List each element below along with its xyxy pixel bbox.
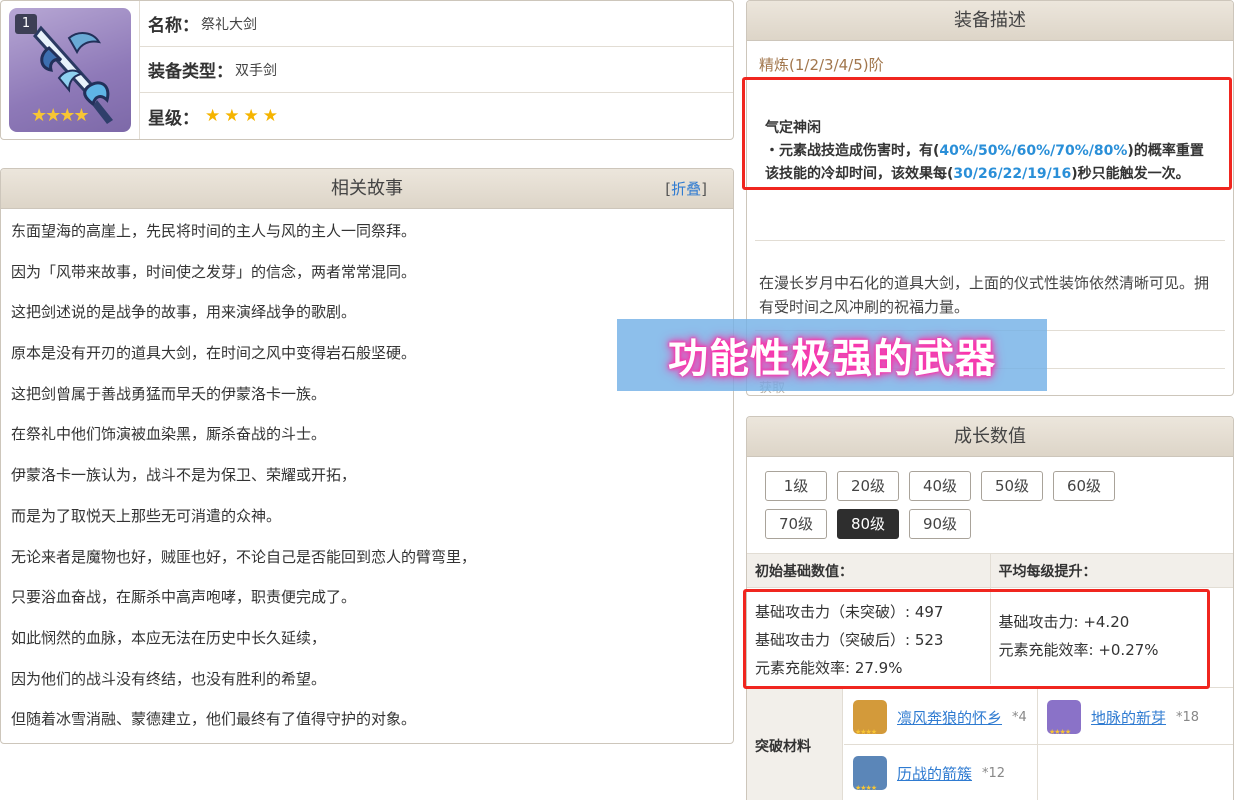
fold-bracket-right: ]	[701, 180, 707, 198]
name-label: 名称：	[148, 16, 199, 36]
base-stat: 基础攻击力（突破后）: 523	[755, 631, 944, 649]
level-button[interactable]: 60级	[1053, 471, 1115, 501]
story-title: 相关故事	[331, 178, 403, 199]
story-line: 如此悯然的血脉，本应无法在历史中长久延续，	[11, 628, 327, 647]
material-item: ★★★★ 历战的箭簇 *12	[853, 748, 1005, 798]
material-count: *4	[1012, 709, 1027, 725]
growth-header: 成长数值	[747, 417, 1233, 457]
fold-link[interactable]: 折叠	[671, 180, 701, 198]
type-row: 装备类型： 双手剑	[140, 47, 733, 93]
story-panel: 相关故事 [折叠] 东面望海的高崖上，先民将时间的主人与风的主人一同祭拜。 因为「…	[0, 168, 734, 744]
base-stats-header: 初始基础数值：	[747, 553, 990, 588]
growth-stats-panel: 成长数值 1级 20级 40级 50级 60级 70级 80级 90级 初始基础数值： 平均每…	[746, 416, 1234, 800]
story-line: 因为「风带来故事，时间使之发芽」的信念，两者常常混同。	[11, 262, 417, 281]
avg-growth-stat: 基础攻击力: +4.20	[998, 613, 1130, 631]
story-line: 在祭礼中他们饰演被血染黑，厮杀奋战的斗士。	[11, 425, 327, 444]
rarity-label: 星级：	[148, 108, 199, 129]
ley-line-sprout-icon: ★★★★	[1047, 700, 1081, 736]
material-link[interactable]: 历战的箭簇	[897, 763, 972, 784]
caption-text: 功能性极强的武器	[668, 336, 996, 382]
rarity-stars: ★★★★	[205, 106, 282, 126]
fold-toggle: [折叠]	[665, 169, 707, 209]
icon-rarity-stars: ★★★★	[31, 105, 90, 126]
story-line: 因为他们的战斗没有终结，也没有胜利的希望。	[11, 669, 327, 688]
story-header: 相关故事 [折叠]	[1, 169, 733, 209]
material-item: ★★★★ 地脉的新芽 *18	[1047, 692, 1199, 742]
type-label: 装备类型：	[148, 62, 233, 82]
skill-text-1: ・元素战技造成伤害时，有(	[765, 143, 940, 159]
material-count: *12	[982, 765, 1006, 781]
avg-growth-cell: 基础攻击力: +4.20 元素充能效率: +0.27%	[989, 587, 1233, 684]
caption-overlay: 功能性极强的武器	[617, 319, 1047, 391]
story-line: 而是为了取悦天上那些无可消遣的众神。	[11, 506, 282, 525]
skill-text-3: )秒只能触发一次。	[1071, 166, 1190, 182]
story-line: 但随着冰雪消融、蒙德建立，他们最终有了值得守护的对象。	[11, 710, 417, 729]
equip-title: 装备描述	[954, 10, 1026, 31]
skill-name: 气定神闲	[765, 120, 821, 136]
level-button[interactable]: 50级	[981, 471, 1043, 501]
wolf-claw-icon: ★★★★	[853, 700, 887, 736]
weapon-image: 1 ★★★★	[9, 8, 131, 132]
level-button[interactable]: 70级	[765, 509, 827, 539]
skill-cooldown-values: 30/26/22/19/16	[953, 166, 1072, 182]
level-button[interactable]: 90级	[909, 509, 971, 539]
level-selector: 1级 20级 40级 50级 60级 70级 80级 90级	[747, 457, 1187, 547]
story-line: 伊蒙洛卡一族认为，战斗不是为保卫、荣耀或开拓，	[11, 466, 357, 485]
growth-title: 成长数值	[954, 426, 1026, 447]
materials-label: 突破材料	[747, 688, 843, 800]
refine-label: 精炼(1/2/3/4/5)阶	[759, 56, 884, 74]
story-line: 无论来者是魔物也好，贼匪也好，不论自己是否能回到恋人的臂弯里，	[11, 547, 477, 566]
passive-skill: 气定神闲 ・元素战技造成伤害时，有(40%/50%/60%/70%/80%)的概…	[755, 101, 1225, 241]
type-value: 双手剑	[235, 62, 277, 79]
name-value: 祭礼大剑	[201, 16, 257, 33]
rarity-row: 星级： ★★★★	[140, 93, 733, 139]
weapon-info-panel: 1 ★★★★ 名称： 祭礼大剑 装备类型： 双手剑 星级： ★★★★	[0, 0, 734, 140]
arrowhead-icon: ★★★★	[853, 756, 887, 792]
level-button[interactable]: 40级	[909, 471, 971, 501]
material-link[interactable]: 凛风奔狼的怀乡	[897, 707, 1002, 728]
stats-table: 初始基础数值： 平均每级提升： 基础攻击力（未突破）: 497 基础攻击力（突破后…	[747, 553, 1233, 684]
material-count: *18	[1176, 709, 1200, 725]
base-stat: 元素充能效率: 27.9%	[755, 659, 903, 677]
ascension-materials: 突破材料 ★★★★ 凛风奔狼的怀乡 *4 ★★★★ 地脉的新芽 *18 ★★★★ 历战的箭簇 *…	[747, 687, 1233, 800]
skill-chance-values: 40%/50%/60%/70%/80%	[939, 143, 1128, 159]
base-stats-cell: 基础攻击力（未突破）: 497 基础攻击力（突破后）: 523 元素充能效率: 27…	[747, 588, 990, 684]
avg-growth-stat: 元素充能效率: +0.27%	[998, 641, 1159, 659]
materials-divider	[844, 744, 1233, 745]
story-text: 东面望海的高崖上，先民将时间的主人与风的主人一同祭拜。 因为「风带来故事，时间使之…	[1, 209, 733, 743]
material-link[interactable]: 地脉的新芽	[1091, 707, 1166, 728]
refine-level-badge: 1	[15, 14, 37, 34]
base-stat: 基础攻击力（未突破）: 497	[755, 603, 944, 621]
level-button[interactable]: 20级	[837, 471, 899, 501]
name-row: 名称： 祭礼大剑	[140, 1, 733, 47]
story-line: 东面望海的高崖上，先民将时间的主人与风的主人一同祭拜。	[11, 222, 417, 240]
story-line: 只要浴血奋战，在厮杀中高声咆哮，职责便完成了。	[11, 588, 357, 607]
material-item: ★★★★ 凛风奔狼的怀乡 *4	[853, 692, 1027, 742]
level-button[interactable]: 80级	[837, 509, 899, 539]
equip-header: 装备描述	[747, 1, 1233, 41]
level-button[interactable]: 1级	[765, 471, 827, 501]
avg-growth-header: 平均每级提升：	[989, 553, 1233, 588]
